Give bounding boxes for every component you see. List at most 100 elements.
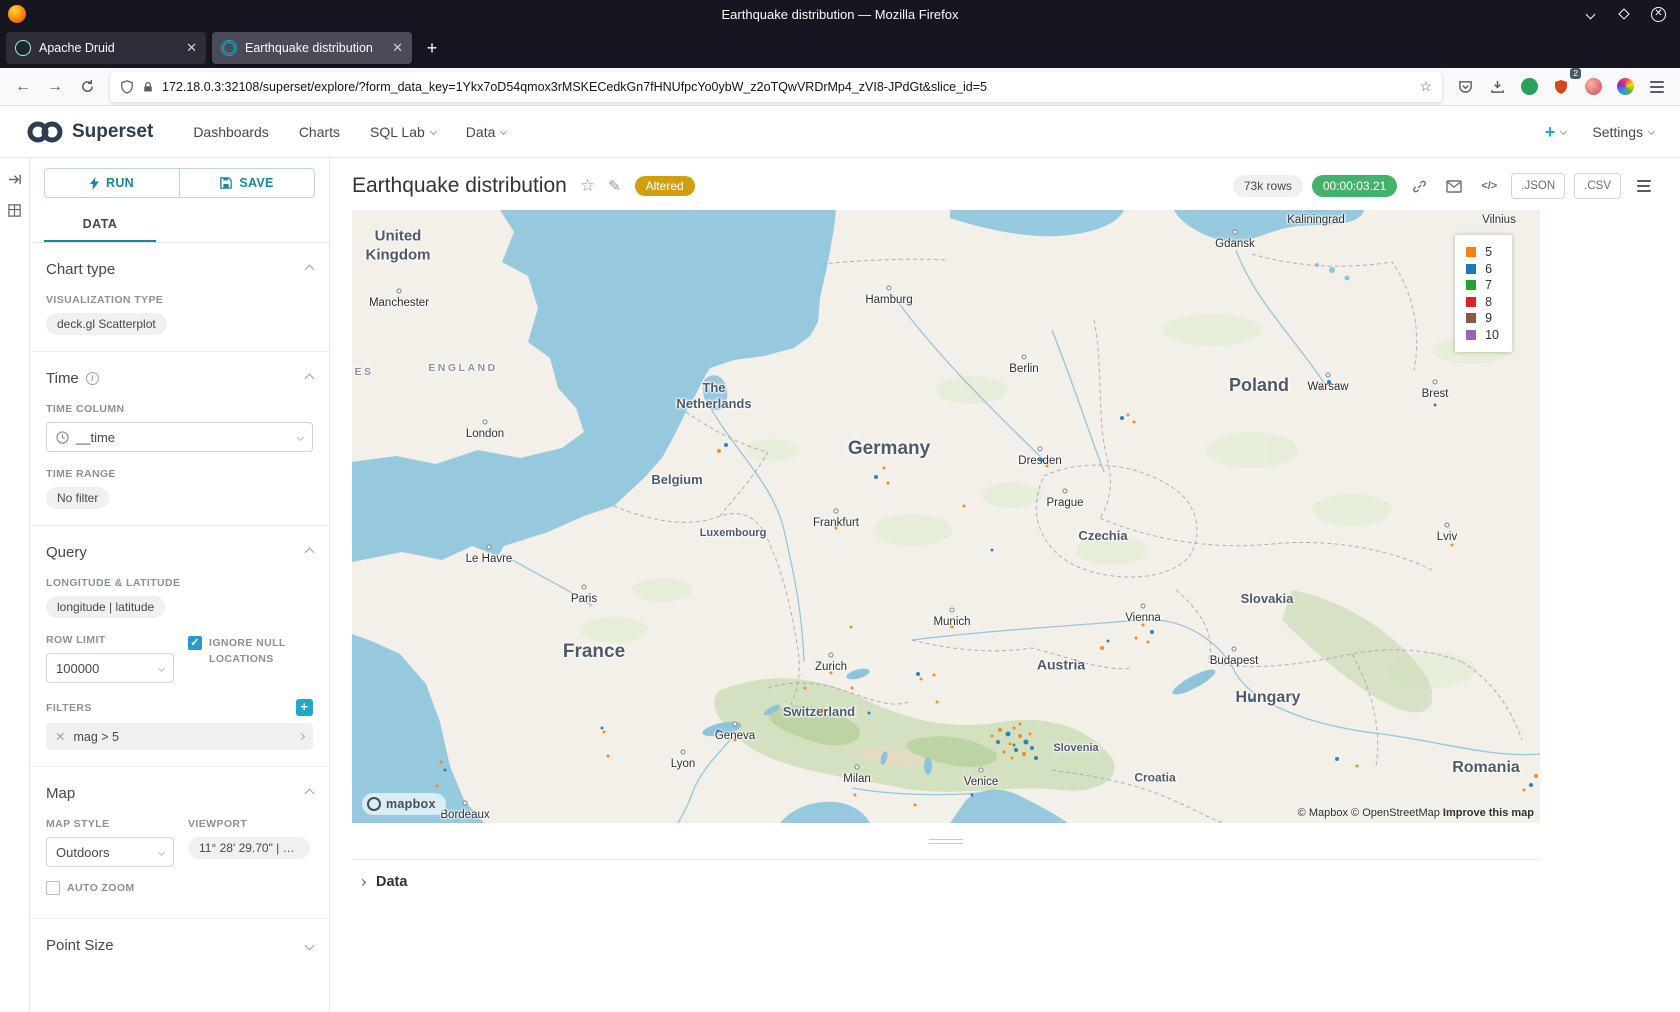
earthquake-data-point[interactable] <box>1107 640 1110 643</box>
downloads-icon[interactable] <box>1482 72 1512 102</box>
earthquake-data-point[interactable] <box>1014 748 1018 752</box>
nav-charts[interactable]: Charts <box>299 124 340 140</box>
earthquake-data-point[interactable] <box>1127 414 1130 417</box>
viz-type-chip[interactable]: deck.gl Scatterplot <box>46 313 167 335</box>
earthquake-data-point[interactable] <box>1529 783 1533 787</box>
earthquake-data-point[interactable] <box>1133 421 1136 424</box>
legend-item[interactable]: 6 <box>1466 261 1499 278</box>
legend-item[interactable]: 7 <box>1466 277 1499 294</box>
save-button[interactable]: SAVE <box>179 168 315 198</box>
section-header-query[interactable]: Query <box>46 544 313 561</box>
earthquake-data-point[interactable] <box>1142 624 1145 627</box>
data-results-section[interactable]: Data <box>352 859 1540 890</box>
dataset-grid-icon[interactable] <box>7 203 22 218</box>
forward-button[interactable]: → <box>40 72 70 102</box>
earthquake-data-point[interactable] <box>607 755 610 758</box>
superset-brand[interactable]: Superset <box>26 120 153 144</box>
improve-map-link[interactable]: Improve this map <box>1443 807 1534 819</box>
earthquake-data-point[interactable] <box>850 626 853 629</box>
earthquake-data-point[interactable] <box>1327 380 1331 384</box>
map-style-select[interactable]: Outdoors <box>46 837 174 867</box>
url-bar[interactable]: 172.18.0.3:32108/superset/explore/?form_… <box>110 72 1442 102</box>
earthquake-data-point[interactable] <box>963 505 966 508</box>
auto-zoom-checkbox[interactable] <box>46 881 60 895</box>
time-range-chip[interactable]: No filter <box>46 487 109 509</box>
extension-pinwheel-icon[interactable] <box>1610 72 1640 102</box>
earthquake-data-point[interactable] <box>821 709 824 712</box>
earthquake-data-point[interactable] <box>1009 743 1012 746</box>
window-maximize-button[interactable] <box>1617 7 1631 21</box>
shield-icon[interactable] <box>120 80 134 94</box>
email-button[interactable] <box>1441 173 1467 199</box>
ignore-null-checkbox[interactable]: ✓ <box>188 636 202 650</box>
earthquake-data-point[interactable] <box>1451 544 1454 547</box>
earthquake-data-point[interactable] <box>1523 789 1526 792</box>
nav-sql-lab[interactable]: SQL Lab <box>370 124 436 140</box>
earthquake-data-point[interactable] <box>916 672 920 676</box>
earthquake-data-point[interactable] <box>887 482 890 485</box>
earthquake-data-point[interactable] <box>914 804 917 807</box>
earthquake-data-point[interactable] <box>998 728 1002 732</box>
earthquake-data-point[interactable] <box>1022 752 1026 756</box>
tab-data[interactable]: DATA <box>44 206 156 242</box>
bookmark-star-icon[interactable]: ☆ <box>1419 78 1432 95</box>
earthquake-data-point[interactable] <box>1030 746 1034 750</box>
nav-data[interactable]: Data <box>466 124 507 140</box>
earthquake-data-point[interactable] <box>603 731 606 734</box>
earthquake-data-point[interactable] <box>835 527 838 530</box>
earthquake-data-point[interactable] <box>991 735 994 738</box>
mapbox-attribution-link[interactable]: © Mapbox <box>1298 807 1348 819</box>
earthquake-data-point[interactable] <box>1434 404 1437 407</box>
ignore-null-control[interactable]: ✓ IGNORE NULL LOCATIONS <box>188 636 313 668</box>
expand-panel-icon[interactable] <box>7 172 22 187</box>
section-header-time[interactable]: Timei <box>46 370 313 387</box>
earthquake-data-point[interactable] <box>440 761 443 764</box>
viewport-chip[interactable]: 11° 28' 29.70" | 50... <box>188 837 310 859</box>
earthquake-data-point[interactable] <box>1024 740 1029 745</box>
earthquake-data-point[interactable] <box>1006 732 1011 737</box>
legend-item[interactable]: 8 <box>1466 294 1499 311</box>
earthquake-data-point[interactable] <box>1120 416 1124 420</box>
earthquake-data-point[interactable] <box>1013 744 1016 747</box>
pocket-icon[interactable] <box>1450 72 1480 102</box>
section-header-map[interactable]: Map <box>46 785 313 802</box>
earthquake-data-point[interactable] <box>1335 757 1339 761</box>
earthquake-data-point[interactable] <box>933 674 936 677</box>
account-avatar-icon[interactable] <box>1578 72 1608 102</box>
earthquake-data-point[interactable] <box>1013 727 1016 730</box>
tab-close-icon[interactable]: ✕ <box>392 40 403 56</box>
row-limit-select[interactable]: 100000 <box>46 653 174 683</box>
earthquake-data-point[interactable] <box>991 549 994 552</box>
section-header-chart-type[interactable]: Chart type <box>46 261 313 278</box>
earthquake-data-point[interactable] <box>1321 387 1324 390</box>
earthquake-data-point[interactable] <box>1003 751 1006 754</box>
adblock-extension-icon[interactable]: 2 <box>1546 72 1576 102</box>
extension-green-icon[interactable] <box>1514 72 1544 102</box>
menu-button[interactable] <box>1642 72 1672 102</box>
earthquake-data-point[interactable] <box>1135 637 1138 640</box>
legend-item[interactable]: 9 <box>1466 310 1499 327</box>
legend-item[interactable]: 10 <box>1466 327 1499 344</box>
earthquake-data-point[interactable] <box>1251 699 1254 702</box>
section-header-point-size[interactable]: Point Size <box>46 937 313 954</box>
edit-properties-icon[interactable]: ✎ <box>608 177 621 195</box>
osm-attribution-link[interactable]: © OpenStreetMap <box>1351 807 1440 819</box>
settings-menu[interactable]: Settings <box>1592 124 1654 140</box>
earthquake-data-point[interactable] <box>883 467 886 470</box>
lonlat-chip[interactable]: longitude | latitude <box>46 596 165 618</box>
run-button[interactable]: RUN <box>44 168 180 198</box>
earthquake-data-point[interactable] <box>1039 458 1043 462</box>
earthquake-data-point[interactable] <box>717 449 721 453</box>
earthquake-data-point[interactable] <box>868 712 871 715</box>
earthquake-data-point[interactable] <box>436 785 439 788</box>
reload-button[interactable] <box>72 72 102 102</box>
earthquake-data-point[interactable] <box>1356 765 1359 768</box>
earthquake-data-point[interactable] <box>1046 465 1049 468</box>
chart-menu-button[interactable] <box>1630 173 1656 199</box>
earthquake-data-point[interactable] <box>874 475 878 479</box>
earthquake-data-point[interactable] <box>851 687 854 690</box>
embed-code-button[interactable]: </> <box>1476 173 1502 199</box>
earthquake-data-point[interactable] <box>1150 630 1154 634</box>
earthquake-data-point[interactable] <box>951 626 954 629</box>
earthquake-data-point[interactable] <box>1100 646 1104 650</box>
